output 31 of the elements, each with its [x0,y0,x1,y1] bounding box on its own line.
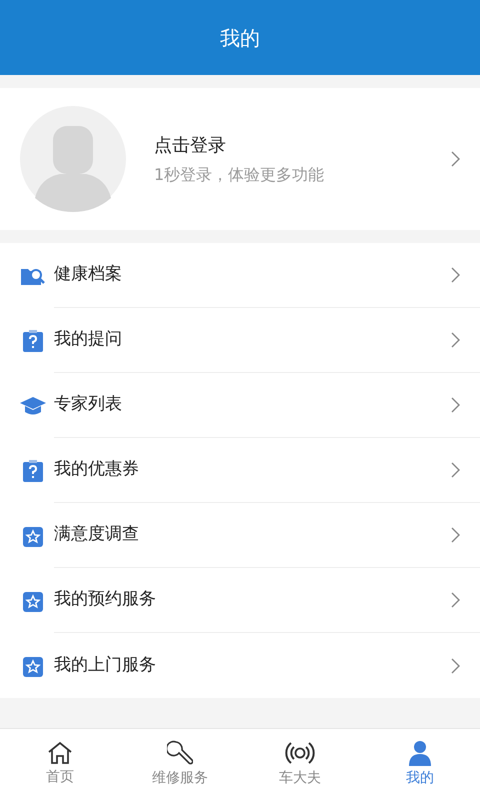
menu-item[interactable]: 满意度调查 [54,503,480,568]
signal-icon [284,740,316,766]
page-title: 我的 [220,24,260,52]
login-prompt: 点击登录 [154,134,227,158]
chevron-icon [451,658,460,674]
menu-item[interactable]: 我的提问 [54,308,480,373]
user-icon [408,740,432,766]
login-card[interactable]: 点击登录 1秒登录，体验更多功能 [0,88,480,230]
question-icon [23,460,43,482]
chevron-icon [451,151,460,167]
menu-item[interactable]: 专家列表 [54,373,480,438]
graduation-cap-icon [20,396,46,416]
home-icon [47,741,73,765]
question-icon [23,330,43,352]
chevron-icon [451,527,460,543]
tab[interactable]: 车大夫 [240,729,360,800]
chevron-icon [451,592,460,608]
menu-item[interactable]: 我的预约服务 [54,568,480,633]
menu-item[interactable]: 我的优惠券 [54,438,480,503]
chevron-icon [451,332,460,348]
chevron-icon [451,267,460,283]
menu-item[interactable]: 我的上门服务 [54,633,480,698]
tab[interactable]: 我的 [360,729,480,800]
tab[interactable]: 首页 [0,729,120,800]
menu-item[interactable]: 健康档案 [54,243,480,308]
chevron-icon [451,462,460,478]
login-subtitle: 1秒登录，体验更多功能 [154,164,326,186]
wrench-icon [167,740,193,766]
chevron-icon [451,397,460,413]
avatar-icon [20,106,126,212]
tab[interactable]: 维修服务 [120,729,240,800]
